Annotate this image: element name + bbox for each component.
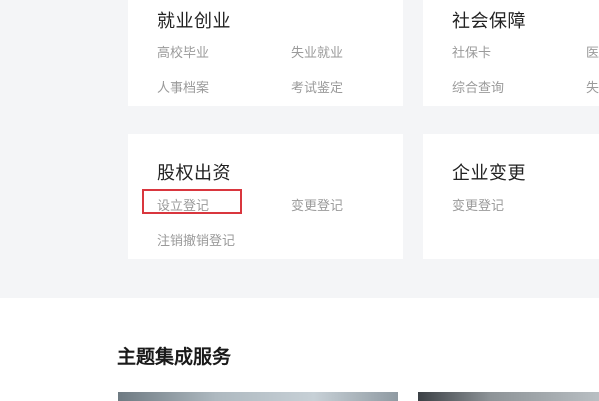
link-graduate[interactable]: 高校毕业	[157, 42, 209, 61]
card-title: 就业创业	[157, 11, 231, 32]
link-general-query[interactable]: 综合查询	[452, 77, 504, 96]
card-title: 社会保障	[452, 11, 526, 32]
service-card-enterprise-change: 企业变更 变更登记	[423, 134, 599, 259]
service-card-employment: 就业创业 高校毕业 失业就业 人事档案 考试鉴定	[128, 0, 403, 106]
link-change-registration[interactable]: 变更登记	[452, 195, 504, 214]
service-card-equity-investment: 股权出资 设立登记 变更登记 注销撤销登记	[128, 134, 403, 259]
link-social-card[interactable]: 社保卡	[452, 42, 491, 61]
link-change-registration[interactable]: 变更登记	[291, 195, 343, 214]
card-title: 企业变更	[452, 163, 526, 184]
card-title: 股权出资	[157, 163, 231, 184]
service-card-social-security: 社会保障 社保卡 医 综合查询 失	[423, 0, 599, 106]
link-medical[interactable]: 医	[586, 42, 599, 61]
theme-thumbnail[interactable]	[118, 392, 398, 401]
section-title: 主题集成服务	[117, 346, 232, 368]
link-unemployment-insurance[interactable]: 失	[586, 77, 599, 96]
link-cancellation-registration[interactable]: 注销撤销登记	[157, 230, 235, 249]
link-establishment-registration[interactable]: 设立登记	[157, 195, 209, 214]
theme-thumbnail[interactable]	[418, 392, 599, 401]
link-personnel-files[interactable]: 人事档案	[157, 77, 209, 96]
link-unemployment[interactable]: 失业就业	[291, 42, 343, 61]
link-exam-appraisal[interactable]: 考试鉴定	[291, 77, 343, 96]
